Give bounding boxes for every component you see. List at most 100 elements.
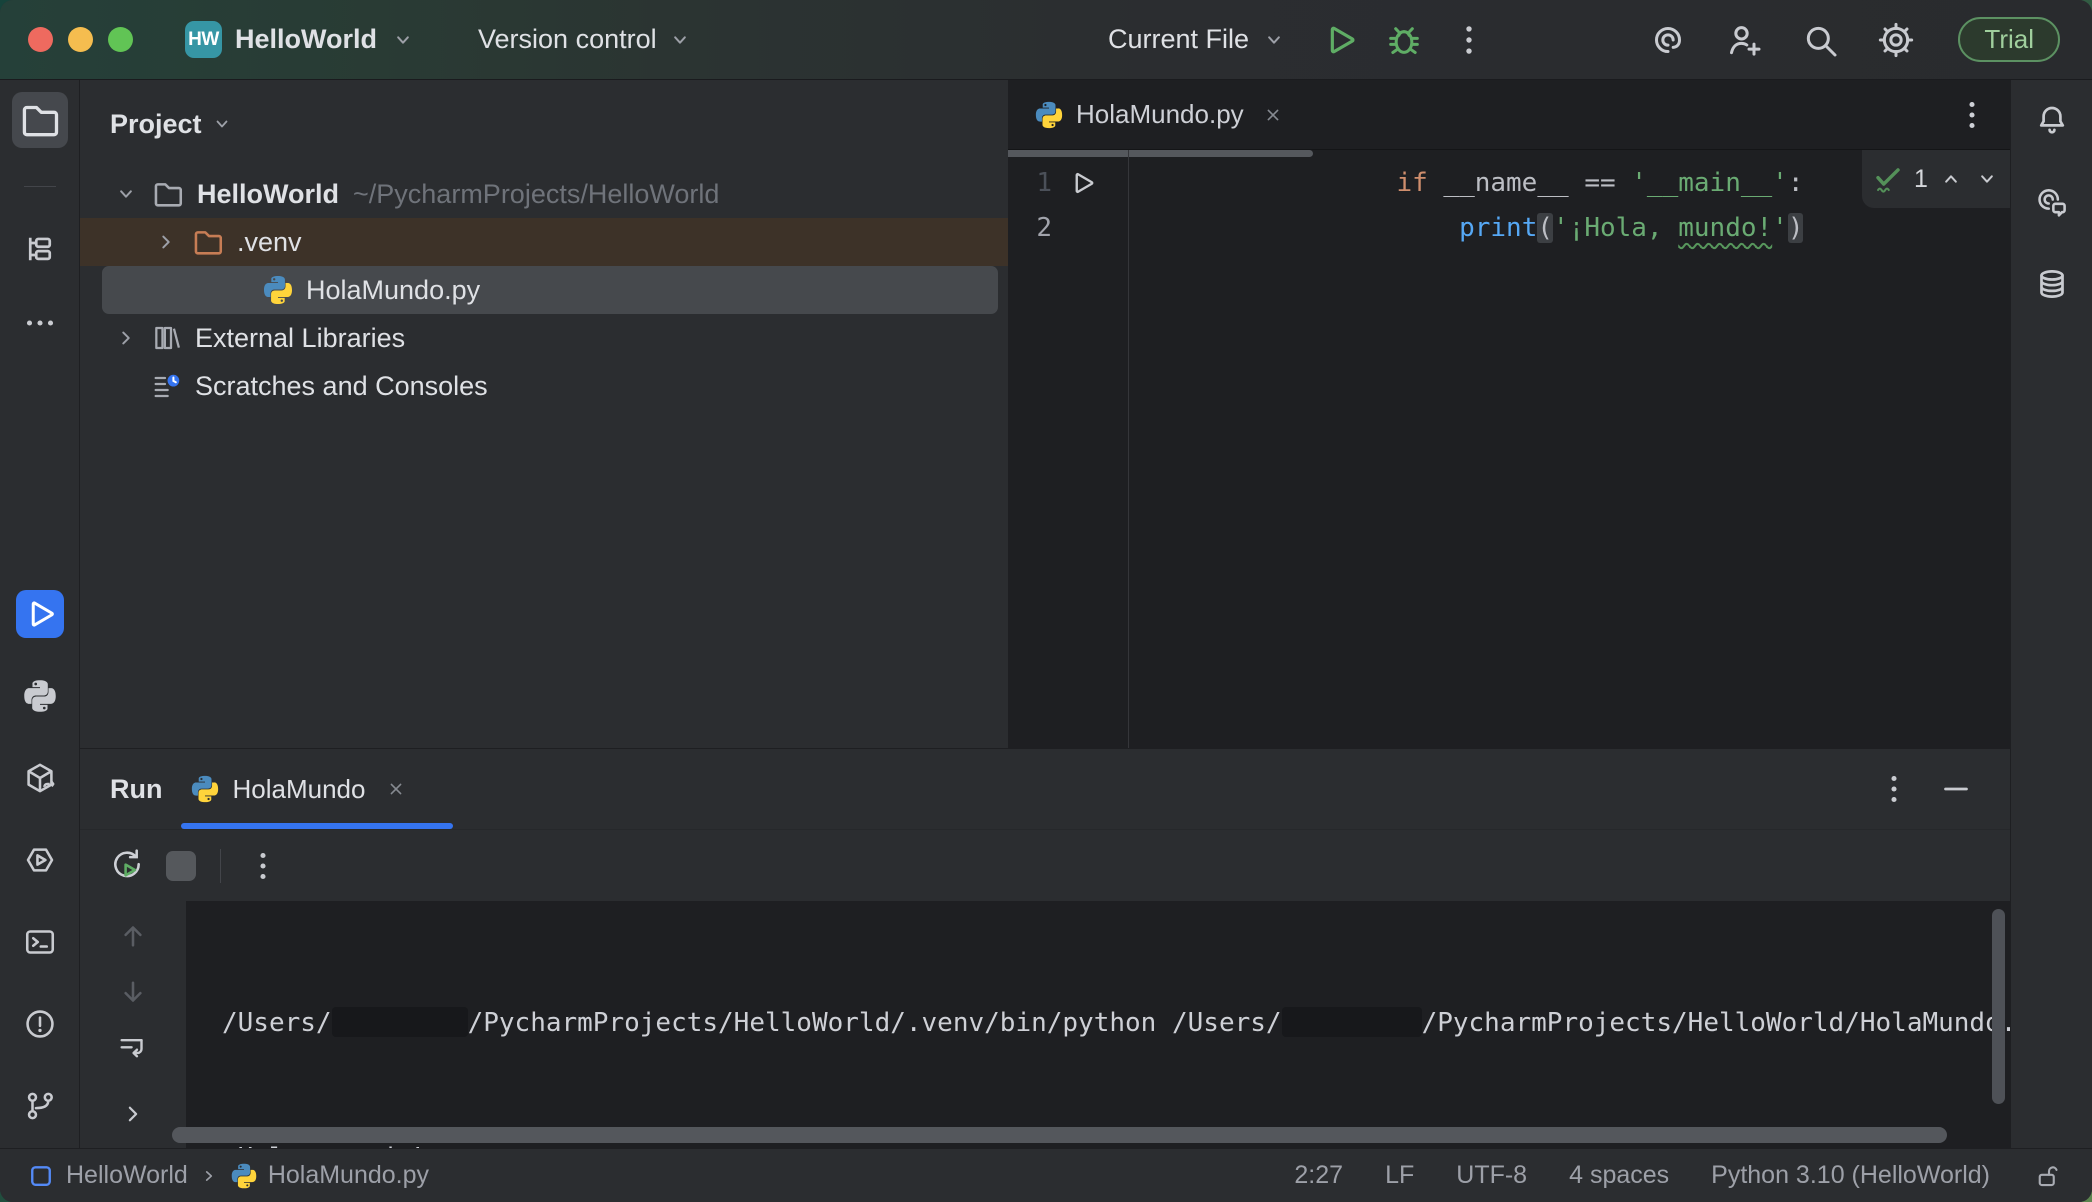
scroll-up-button[interactable] [116,919,150,953]
tool-version-control-button[interactable] [16,1082,64,1130]
tree-item-external-libraries[interactable]: External Libraries [80,314,1008,362]
breadcrumb-project[interactable]: HelloWorld [66,1161,188,1190]
caret-position[interactable]: 2:27 [1294,1161,1343,1190]
python-file-icon [230,1162,258,1190]
file-encoding[interactable]: UTF-8 [1456,1161,1527,1190]
vcs-label: Version control [478,24,657,55]
tree-item-path: ~/PycharmProjects/HelloWorld [353,179,719,210]
code-token-function: print [1459,213,1537,243]
project-icon [26,1161,56,1191]
run-panel-title: Run [110,774,162,805]
fullscreen-window-button[interactable] [108,27,133,52]
breadcrumb-file[interactable]: HolaMundo.py [268,1161,429,1190]
tool-services-button[interactable] [16,836,64,884]
git-branch-icon [22,1084,58,1128]
strip-divider [24,186,56,187]
inspection-count: 1 [1914,165,1928,194]
minimize-window-button[interactable] [68,27,93,52]
python-file-icon [262,274,294,306]
run-line-gutter-icon[interactable] [1066,168,1096,198]
next-problem-button[interactable] [1974,166,2000,192]
ai-assistant-tool-button[interactable] [2028,178,2076,226]
code-editor[interactable]: 1 1 if __name__ == '__main__': [1008,150,2010,748]
services-icon [22,838,58,882]
tool-python-packages-button[interactable] [16,754,64,802]
run-configuration-selector[interactable]: Current File [1108,24,1287,55]
structure-icon [22,227,58,271]
run-tab-label: HolaMundo [232,774,365,805]
tool-project-button[interactable] [12,92,68,148]
tab-options-kebab-icon[interactable] [1954,97,1990,133]
tree-item-venv[interactable]: .venv [80,218,1008,266]
stop-button[interactable] [166,851,196,881]
project-tool-window: Project HelloWorld ~/PycharmProjects/Hel… [80,80,1008,748]
console-options-button[interactable] [245,848,281,884]
project-badge: HW [185,21,222,58]
notifications-button[interactable] [2028,96,2076,144]
chevron-right-icon[interactable] [113,325,139,351]
chevron-right-icon[interactable] [153,229,179,255]
run-tab-holamundo[interactable]: HolaMundo [190,774,407,805]
tool-run-button[interactable] [16,590,64,638]
settings-button[interactable] [1876,20,1916,60]
scratches-icon [151,370,183,402]
folder-icon [151,177,185,211]
vcs-widget[interactable]: Version control [478,24,693,55]
scroll-down-button[interactable] [116,975,150,1009]
minimize-panel-icon[interactable] [1938,771,1974,807]
arrow-down-icon [116,975,150,1009]
chevron-down-icon [210,112,234,136]
code-with-me-button[interactable] [1724,20,1764,60]
chevron-down-icon[interactable] [113,181,139,207]
console-output[interactable]: /Users//PycharmProjects/HelloWorld/.venv… [186,901,2010,1148]
tree-item-project-root[interactable]: HelloWorld ~/PycharmProjects/HelloWorld [80,170,1008,218]
editor-tab-title: HolaMundo.py [1076,99,1244,130]
ai-assistant-button[interactable] [1648,20,1688,60]
tool-problems-button[interactable] [16,1000,64,1048]
debug-button[interactable] [1384,20,1424,60]
console-prompt-button[interactable] [118,1099,148,1129]
prev-problem-button[interactable] [1938,166,1964,192]
tree-item-scratches[interactable]: Scratches and Consoles [80,362,1008,410]
code-line-2[interactable]: 2 print('¡Hola, mundo!') [1008,205,2010,250]
python-interpreter[interactable]: Python 3.10 (HelloWorld) [1711,1161,1990,1190]
indent-style[interactable]: 4 spaces [1569,1161,1669,1190]
console-horizontal-scrollbar[interactable] [172,1127,1947,1143]
right-tool-strip [2010,80,2092,1148]
project-panel-header[interactable]: Project [80,102,1008,146]
database-tool-button[interactable] [2028,260,2076,308]
redacted-username [1282,1007,1422,1037]
gutter-line-1: 1 [1008,168,1128,198]
tool-python-console-button[interactable] [16,672,64,720]
code-token-string: ' [1772,213,1788,243]
run-console[interactable]: /Users//PycharmProjects/HelloWorld/.venv… [80,901,2010,1148]
inspection-ok-check-icon [1872,163,1904,195]
line-separator[interactable]: LF [1385,1161,1414,1190]
soft-wrap-icon [116,1031,150,1065]
lock-open-icon[interactable] [2032,1161,2062,1191]
database-icon [2034,262,2070,306]
console-vertical-scrollbar[interactable] [1992,909,2005,1104]
tool-terminal-button[interactable] [16,918,64,966]
more-run-actions-button[interactable] [1450,21,1488,59]
close-icon[interactable] [385,778,407,800]
close-icon[interactable] [1262,104,1284,126]
breadcrumb[interactable]: HelloWorld HolaMundo.py [26,1161,429,1191]
rerun-button[interactable] [106,845,148,887]
run-button[interactable] [1318,20,1358,60]
tree-item-holamundo-file[interactable]: HolaMundo.py [102,266,998,314]
editor-scrollbar-thumb[interactable] [1008,150,1313,157]
inspections-widget[interactable]: 1 [1862,150,2010,208]
trial-badge[interactable]: Trial [1958,17,2060,62]
libraries-icon [151,322,183,354]
code-token-typo-word: mundo! [1678,213,1772,243]
project-selector[interactable]: HW HelloWorld [185,21,416,58]
search-everywhere-button[interactable] [1800,20,1840,60]
tool-structure-button[interactable] [16,225,64,273]
excluded-folder-icon [191,225,225,259]
soft-wrap-button[interactable] [116,1031,150,1065]
close-window-button[interactable] [28,27,53,52]
left-tool-strip [0,80,80,1148]
more-tool-windows-button[interactable] [16,299,64,347]
run-options-kebab-icon[interactable] [1876,771,1912,807]
